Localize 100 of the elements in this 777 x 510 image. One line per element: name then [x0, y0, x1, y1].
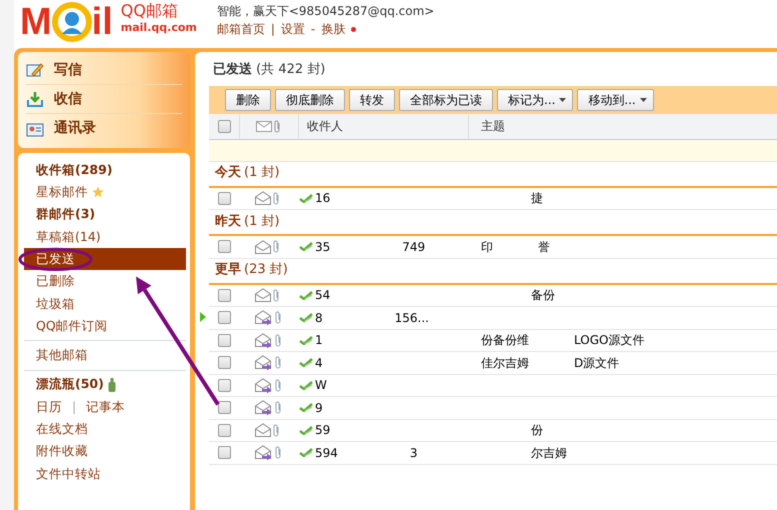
- receipt-check-icon: [299, 358, 313, 368]
- receipt-check-icon: [299, 448, 313, 458]
- folder-title: 已发送 (共 422 封): [212, 61, 326, 79]
- recipient-fragment: 35: [315, 238, 330, 256]
- row-checkbox[interactable]: [218, 192, 230, 205]
- folder-link[interactable]: 其他邮箱: [36, 346, 88, 365]
- mail-row[interactable]: 594 3 尔吉姆: [209, 442, 777, 464]
- envelope-icon: [256, 120, 272, 132]
- row-checkbox[interactable]: [218, 424, 230, 437]
- folder-link[interactable]: 草稿箱(14): [36, 228, 101, 246]
- paperclip-icon: [275, 401, 282, 414]
- brand-name: QQ邮箱: [120, 2, 179, 20]
- mail-row[interactable]: 1 份备份维 LOGO源文件: [209, 330, 777, 352]
- folder-link[interactable]: 收件箱(289): [36, 160, 113, 180]
- mail-row[interactable]: 59 份: [209, 420, 777, 442]
- folder-link[interactable]: 已发送: [36, 250, 75, 269]
- folder-link[interactable]: QQ邮件订阅: [36, 316, 108, 336]
- subject-fragment: 备份: [531, 287, 555, 304]
- row-checkbox[interactable]: [218, 240, 230, 254]
- subject-fragment: D源文件: [574, 354, 620, 372]
- receipt-check-icon: [299, 380, 313, 390]
- group-label: 更早: [215, 261, 241, 279]
- receipt-check-icon: [299, 194, 313, 203]
- row-checkbox[interactable]: [218, 334, 230, 347]
- folder-row[interactable]: 已删除: [24, 270, 186, 293]
- paperclip-icon: [273, 240, 280, 254]
- subject-fragment: 佳尔吉姆: [481, 354, 529, 372]
- row-checkbox[interactable]: [218, 378, 230, 392]
- column-header[interactable]: 主题: [481, 117, 505, 135]
- paperclip-icon: [273, 192, 280, 205]
- mail-row[interactable]: 4 佳尔吉姆 D源文件: [209, 352, 777, 374]
- column-header[interactable]: 收件人: [307, 117, 343, 135]
- subject-fragment: 份: [531, 422, 543, 440]
- link-separator: |: [270, 21, 275, 38]
- subject-fragment: LOGO源文件: [574, 332, 644, 350]
- folder-link[interactable]: 附件收藏: [36, 442, 88, 462]
- group-count[interactable]: (1 封): [244, 163, 280, 182]
- header-link[interactable]: 换肤: [321, 20, 346, 38]
- receipt-check-icon: [299, 336, 313, 345]
- mail-row[interactable]: 16 捷: [209, 188, 777, 210]
- inbox-download-icon: [26, 91, 44, 107]
- header-link[interactable]: 邮箱首页: [216, 20, 265, 38]
- folder-row[interactable]: 文件中转站: [24, 462, 186, 486]
- receipt-check-icon: [299, 426, 313, 435]
- contact-card-icon: [26, 120, 44, 136]
- mail-row[interactable]: W: [209, 374, 777, 397]
- link-separator: |: [72, 398, 76, 416]
- mail-row[interactable]: 54 备份: [209, 284, 777, 307]
- logo-letter: M: [20, 3, 52, 41]
- folder-link[interactable]: 漂流瓶(50): [36, 375, 104, 394]
- quick-action-link[interactable]: 收信: [26, 85, 182, 114]
- row-checkbox[interactable]: [218, 446, 230, 460]
- paperclip-icon: [273, 424, 280, 437]
- row-checkbox[interactable]: [218, 288, 230, 302]
- folder-row[interactable]: 垃圾箱: [24, 292, 186, 316]
- row-checkbox[interactable]: [218, 356, 230, 370]
- mail-row[interactable]: 9: [209, 397, 777, 420]
- folder-row[interactable]: QQ邮件订阅: [24, 315, 186, 338]
- header-link[interactable]: 设置: [280, 20, 305, 38]
- row-checkbox[interactable]: [218, 311, 230, 324]
- toolbar-button[interactable]: 转发: [349, 88, 395, 110]
- folder-link[interactable]: 日历: [36, 398, 62, 416]
- row-checkbox[interactable]: [218, 401, 230, 414]
- paperclip-icon: [275, 334, 282, 347]
- folder-link[interactable]: 文件中转站: [36, 464, 101, 484]
- folder-row[interactable]: 其他邮箱: [24, 344, 186, 367]
- notification-dot: [351, 26, 356, 32]
- mail-row[interactable]: 35 749 印 誉: [209, 236, 777, 258]
- folder-link[interactable]: 在线文档: [36, 420, 88, 439]
- link-separator: -: [310, 21, 316, 38]
- recipient-fragment: 8: [315, 310, 323, 327]
- folder-row[interactable]: 附件收藏: [24, 440, 186, 463]
- folder-row[interactable]: 群邮件(3): [24, 204, 186, 226]
- folder-row[interactable]: 在线文档: [24, 418, 186, 441]
- group-count[interactable]: (23 封): [244, 260, 288, 280]
- recipient-fragment: 4: [315, 354, 323, 372]
- select-all-checkbox[interactable]: [218, 120, 230, 132]
- recipient-fragment: 54: [315, 287, 330, 304]
- folder-link[interactable]: 群邮件(3): [36, 205, 96, 224]
- toolbar-button[interactable]: 标记为...: [497, 88, 574, 110]
- toolbar-button[interactable]: 删除: [225, 88, 271, 110]
- recipient-fragment: 749: [402, 238, 426, 256]
- paperclip-icon: [274, 120, 281, 132]
- folder-row[interactable]: 草稿箱(14): [24, 226, 186, 248]
- recipient-fragment: W: [315, 377, 327, 394]
- quick-action-link[interactable]: 通讯录: [26, 114, 182, 143]
- toolbar-button[interactable]: 全部标为已读: [399, 88, 493, 110]
- recipient-fragment: 59: [315, 422, 330, 440]
- folder-link[interactable]: 记事本: [86, 398, 126, 416]
- folder-row[interactable]: 收件箱(289): [24, 159, 186, 182]
- toolbar-button[interactable]: 彻底删除: [275, 88, 345, 110]
- recipient-fragment: 16: [315, 190, 330, 208]
- bottle-icon: [108, 378, 116, 392]
- quick-action-link[interactable]: 写信: [26, 56, 182, 85]
- group-count[interactable]: (1 封): [244, 212, 280, 231]
- toolbar-button[interactable]: 移动到...: [577, 88, 654, 110]
- folder-link[interactable]: 已删除: [36, 272, 75, 291]
- folder-link[interactable]: 垃圾箱: [36, 294, 75, 314]
- mail-row[interactable]: 8 156...: [209, 307, 777, 330]
- folder-link[interactable]: 星标邮件: [36, 183, 88, 202]
